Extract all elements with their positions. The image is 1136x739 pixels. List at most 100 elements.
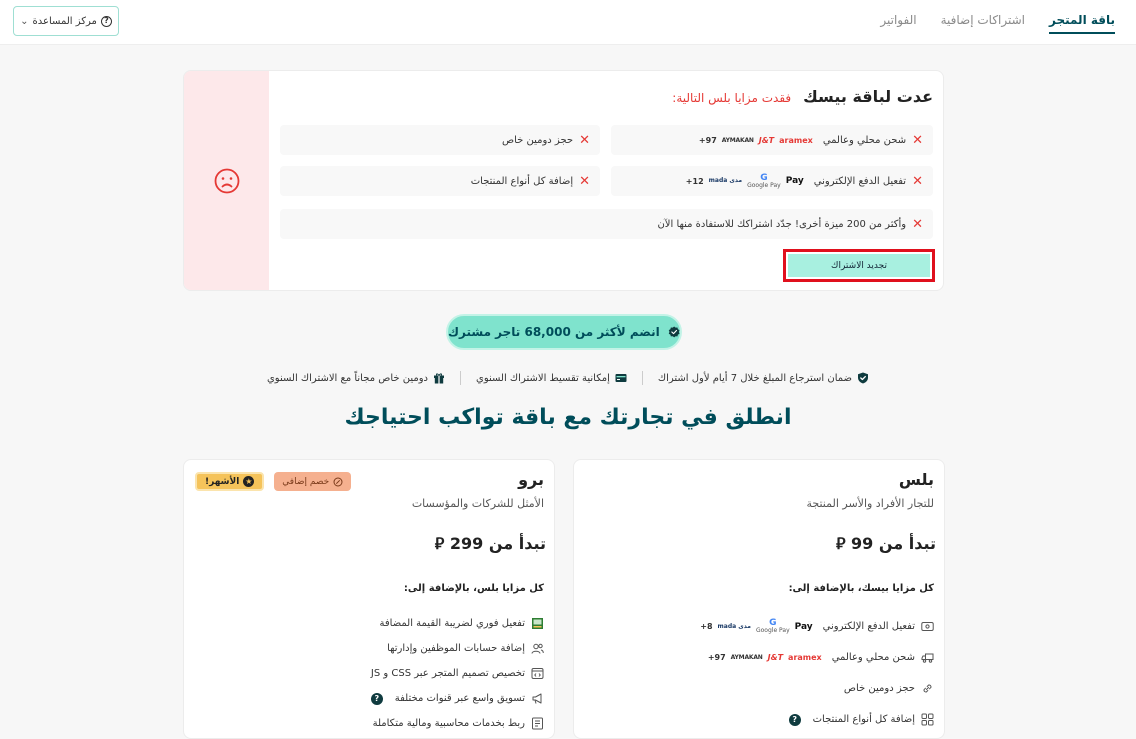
mada-logo: مدى mada	[717, 622, 751, 630]
list-item: تخصيص تصميم المتجر عبر CSS و JS	[371, 661, 544, 686]
chevron-down-icon: ⌄	[20, 15, 29, 27]
aramex-logo: aramex	[779, 135, 813, 145]
list-item: تفعيل الدفع الإلكتروني Pay G Google Pay م…	[700, 611, 934, 642]
code-window-icon	[531, 668, 544, 679]
jt-express-logo: J&T	[767, 653, 784, 662]
more-count: 97+	[707, 653, 726, 662]
list-item: تفعيل فوري لضريبة القيمة المضافة	[371, 611, 544, 636]
megaphone-icon	[532, 693, 542, 704]
feature-label: تسويق واسع عبر قنوات مختلفة	[394, 693, 525, 704]
lost-feature-label: إضافة كل أنواع المنتجات	[470, 175, 574, 187]
downgrade-side-panel	[184, 71, 269, 290]
list-item: تسويق واسع عبر قنوات مختلفة ?	[370, 686, 544, 711]
feature-label: تفعيل الدفع الإلكتروني	[822, 621, 915, 632]
feature-label: تخصيص تصميم المتجر عبر CSS و JS	[370, 668, 525, 679]
google-pay-logo: G Google Pay	[747, 173, 781, 189]
apple-pay-logo: Pay	[795, 622, 813, 632]
plan-description: الأمثل للشركات والمؤسسات	[411, 497, 544, 510]
shipping-logos: aramex J&T AYMAKAN 97+	[699, 136, 813, 145]
feature-installments: إمكانية تقسيط الاشتراك السنوي	[461, 372, 642, 384]
help-icon[interactable]: ?	[788, 713, 801, 726]
lost-feature-more: ✕ وأكثر من 200 ميزة أخرى! جدّد اشتراكك ل…	[280, 209, 933, 239]
truck-icon	[921, 653, 934, 663]
downgrade-header: عدت لباقة بيسك فقدت مزايا بلس التالية:	[672, 87, 933, 106]
renew-highlight: تجديد الاشتراك	[783, 249, 935, 282]
join-merchants-banner: انضم لأكثر من 68,000 تاجر مشترك	[446, 314, 682, 350]
list-item: شحن محلي وعالمي aramex J&T AYMAKAN 97+	[700, 642, 934, 673]
list-item: إضافة كل أنواع المنتجات ?	[700, 704, 934, 735]
close-icon: ✕	[912, 216, 923, 232]
aramex-logo: aramex	[788, 653, 822, 662]
discount-badge: خصم إضافي	[274, 472, 352, 491]
shipping-logos: aramex J&T AYMAKAN 97+	[708, 653, 822, 662]
tabs: باقة المتجر اشتراكات إضافية الفواتير	[880, 0, 1115, 45]
link-icon	[923, 684, 932, 693]
feature-free-domain: دومين خاص مجاناً مع الاشتراك السنوي	[252, 372, 460, 384]
popular-label: الأشهر!	[205, 476, 240, 487]
downgrade-card: عدت لباقة بيسك فقدت مزايا بلس التالية: ✕…	[183, 70, 944, 291]
plan-includes: كل مزايا بيسك، بالإضافة إلى:	[788, 583, 934, 594]
plan-price: تبدأ من 99 ⃁	[835, 534, 936, 553]
lost-feature-label: حجز دومين خاص	[501, 134, 574, 146]
lost-feature-label: شحن محلي وعالمي	[822, 134, 907, 146]
verified-badge-icon	[668, 326, 680, 338]
lost-feature-domain: ✕ حجز دومين خاص	[280, 125, 600, 155]
question-icon: ?	[100, 15, 112, 27]
lost-feature-label: وأكثر من 200 ميزة أخرى! جدّد اشتراكك للا…	[657, 218, 907, 230]
plan-price: تبدأ من 299 ⃁	[434, 534, 546, 553]
feature-label: ضمان استرجاع المبلغ خلال 7 أيام لأول اشت…	[657, 372, 853, 384]
tab-invoices[interactable]: الفواتير	[880, 0, 916, 45]
google-pay-text: Google Pay	[747, 181, 781, 189]
google-pay-logo: G Google Pay	[756, 619, 790, 634]
page-headline: انطلق في تجارتك مع باقة تواكب احتياجك	[344, 405, 792, 430]
list-item: إضافة حسابات الموظفين وإدارتها	[371, 636, 544, 661]
popular-badge: ★ الأشهر!	[195, 472, 265, 491]
payment-logos: Pay G Google Pay مدى mada 12+	[685, 173, 804, 189]
star-icon: ★	[243, 476, 255, 487]
downgrade-subtitle: فقدت مزايا بلس التالية:	[672, 91, 792, 105]
lost-feature-shipping: ✕ شحن محلي وعالمي aramex J&T AYMAKAN 97+	[611, 125, 933, 155]
help-center-label: مركز المساعدة	[32, 15, 97, 27]
divider	[460, 371, 461, 385]
vat-icon	[532, 618, 543, 629]
google-pay-text: Google Pay	[755, 627, 790, 634]
aymakan-logo: AYMAKAN	[730, 654, 763, 661]
aymakan-logo: AYMAKAN	[721, 136, 754, 144]
help-center-button[interactable]: ? مركز المساعدة ⌄	[13, 6, 119, 36]
payment-logos: Pay G Google Pay مدى mada 8+	[700, 619, 812, 634]
feature-label: إضافة كل أنواع المنتجات	[812, 714, 915, 725]
plan-card-pro[interactable]: برو ★ الأشهر! خصم إضافي الأمثل للشركات و…	[183, 459, 555, 739]
gift-icon	[434, 373, 444, 384]
feature-label: شحن محلي وعالمي	[831, 652, 915, 663]
plan-name: بلس	[898, 470, 934, 489]
tab-extra-subscriptions[interactable]: اشتراكات إضافية	[941, 0, 1025, 45]
plan-feature-list: تفعيل فوري لضريبة القيمة المضافة إضافة ح…	[370, 611, 544, 736]
card-icon	[615, 374, 627, 382]
lost-feature-label: تفعيل الدفع الإلكتروني	[813, 175, 907, 187]
plan-description: للتجار الأفراد والأسر المنتجة	[806, 497, 934, 510]
tab-store-plan[interactable]: باقة المتجر	[1049, 0, 1115, 34]
accounting-icon	[532, 717, 543, 730]
shield-check-icon	[858, 372, 869, 384]
feature-label: حجز دومين خاص	[843, 683, 915, 694]
grid-icon	[921, 713, 934, 726]
users-icon	[531, 643, 544, 654]
close-icon: ✕	[912, 173, 923, 189]
close-icon: ✕	[912, 132, 923, 148]
join-label: انضم لأكثر من 68,000 تاجر مشترك	[448, 325, 660, 339]
plan-tags: ★ الأشهر! خصم إضافي	[195, 472, 352, 491]
help-icon[interactable]: ?	[370, 692, 383, 705]
more-count: 12+	[685, 176, 704, 186]
discount-icon	[333, 477, 343, 486]
renew-subscription-button[interactable]: تجديد الاشتراك	[788, 254, 930, 277]
apple-pay-text: Pay	[794, 621, 813, 632]
features-row: ضمان استرجاع المبلغ خلال 7 أيام لأول اشت…	[200, 370, 936, 386]
feature-label: إمكانية تقسيط الاشتراك السنوي	[476, 372, 610, 384]
plan-card-plus[interactable]: بلس للتجار الأفراد والأسر المنتجة تبدأ م…	[573, 459, 945, 739]
downgrade-title: عدت لباقة بيسك	[803, 87, 933, 106]
plan-feature-list: تفعيل الدفع الإلكتروني Pay G Google Pay م…	[700, 611, 934, 735]
jt-express-logo: J&T	[758, 135, 775, 145]
payment-icon	[921, 622, 934, 631]
sad-face-icon	[214, 168, 239, 193]
top-bar: باقة المتجر اشتراكات إضافية الفواتير ? م…	[0, 0, 1136, 45]
